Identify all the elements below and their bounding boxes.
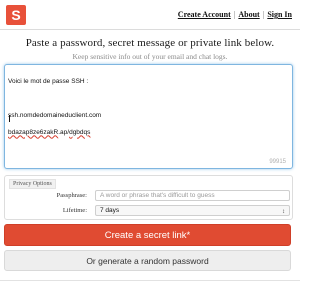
privacy-options-legend: Privacy Options — [9, 179, 56, 189]
secret-line-3-part-1: bdazap8ze6zakR — [8, 128, 59, 136]
logo[interactable]: S — [6, 5, 26, 25]
secret-line-2: ssh.nomdedomaineduclient.com — [8, 111, 102, 119]
character-counter: 99915 — [269, 159, 286, 165]
secret-line-1: Voici le mot de passe SSH : — [8, 77, 89, 85]
logo-letter: S — [11, 7, 21, 23]
create-secret-link-button[interactable]: Create a secret link* — [4, 224, 291, 246]
secret-line-3: bdazap8ze6zakR.ap/dgbdqs — [8, 129, 288, 138]
text-caret — [9, 115, 10, 122]
create-account-link[interactable]: Create Account — [178, 10, 231, 19]
passphrase-label: Passphrase: — [56, 192, 87, 199]
nav-separator: | — [262, 10, 265, 19]
secret-line-3-part-3: dgbdqs — [69, 128, 91, 136]
passphrase-placeholder: A word or phrase that's difficult to gue… — [100, 192, 215, 199]
sign-in-link[interactable]: Sign In — [267, 10, 292, 19]
generate-password-button[interactable]: Or generate a random password — [4, 250, 291, 271]
secret-line-3-part-2: .ap/ — [58, 128, 70, 136]
page-subtitle: Keep sensitive info out of your email an… — [72, 52, 228, 61]
lifetime-label: Lifetime: — [62, 207, 87, 214]
chevron-updown-icon: ↕ — [282, 209, 285, 215]
secret-textarea[interactable]: Voici le mot de passe SSH : ssh.nomdedom… — [4, 64, 293, 169]
privacy-options-panel: Privacy Options Passphrase: A word or ph… — [4, 175, 293, 220]
page-title: Paste a password, secret message or priv… — [25, 37, 275, 49]
secret-content: Voici le mot de passe SSH : ssh.nomdedom… — [8, 69, 288, 146]
nav-separator: | — [233, 10, 236, 19]
lifetime-value: 7 days — [100, 207, 120, 214]
header-divider — [0, 29, 300, 30]
passphrase-input[interactable]: A word or phrase that's difficult to gue… — [95, 190, 290, 201]
top-nav: Create Account | About | Sign In — [178, 10, 292, 19]
about-link[interactable]: About — [238, 10, 259, 19]
lifetime-select[interactable]: 7 days ↕ — [95, 205, 290, 216]
footer-divider — [0, 280, 300, 281]
